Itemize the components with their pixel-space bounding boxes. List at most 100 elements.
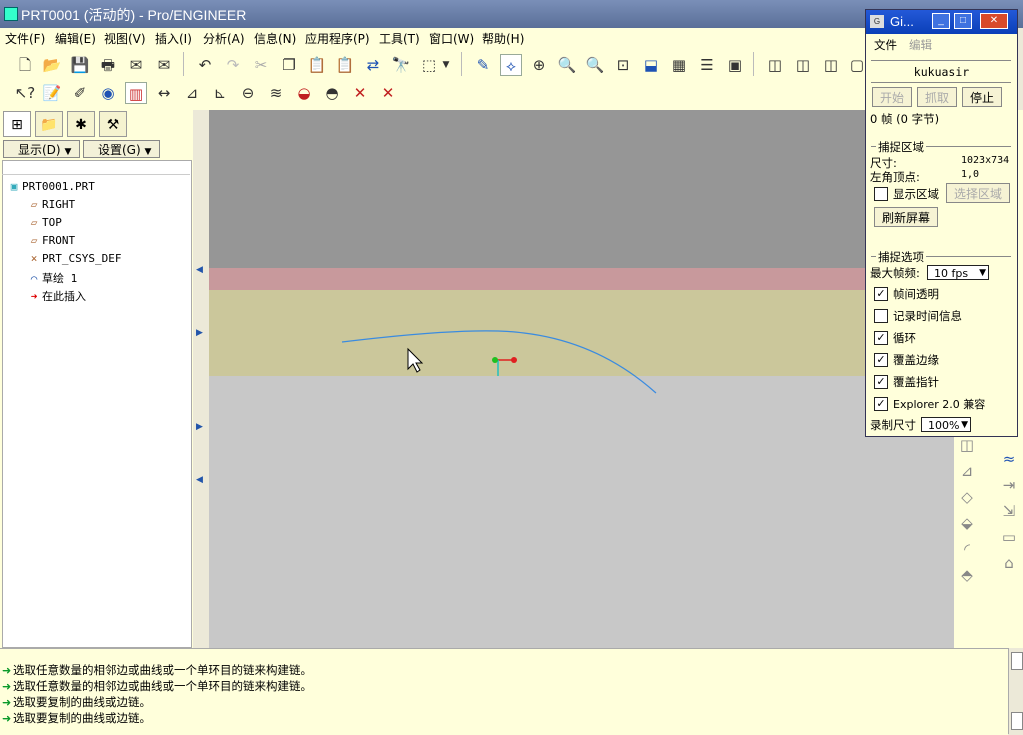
capture-title-bar[interactable]: G Gi... _ □ ✕	[866, 10, 1017, 34]
draft-analysis-icon[interactable]: ◒	[293, 82, 315, 104]
round-icon[interactable]: ◜	[956, 538, 978, 560]
capture-menu-edit[interactable]: 编辑	[909, 37, 932, 53]
menu-insert[interactable]: 插入(I)	[155, 30, 192, 47]
menu-view[interactable]: 视图(V)	[104, 30, 146, 47]
shell-icon[interactable]: ◇	[956, 486, 978, 508]
opt-loop-checkbox[interactable]: ✓	[874, 331, 888, 345]
rib-icon[interactable]: ⬙	[956, 512, 978, 534]
settings-button[interactable]: 设置(G) ▼	[83, 140, 160, 158]
open-folder-icon[interactable]: 📂	[41, 54, 63, 76]
reorient-icon[interactable]: ⬓	[640, 54, 662, 76]
spin-center-icon[interactable]: ⊕	[528, 54, 550, 76]
measure-area-icon[interactable]: ⊿	[181, 82, 203, 104]
datum-plane-icon[interactable]: ▭	[998, 526, 1020, 548]
copy-icon[interactable]: ❐	[278, 54, 300, 76]
maximize-button[interactable]: □	[954, 13, 972, 29]
draft-icon[interactable]: ⊿	[956, 460, 978, 482]
email-link-icon[interactable]: ✉	[153, 54, 175, 76]
redo-icon[interactable]: ↷	[222, 54, 244, 76]
tab-connections[interactable]: ⚒	[99, 111, 127, 137]
new-file-icon[interactable]: 🗋	[14, 54, 36, 76]
opt-transparent-checkbox[interactable]: ✓	[874, 287, 888, 301]
measure-angle-icon[interactable]: ⊾	[209, 82, 231, 104]
max-fps-select[interactable]: 10 fps ▼	[927, 265, 989, 280]
tree-item-front[interactable]: ▱ FRONT	[26, 234, 75, 247]
chamfer-icon[interactable]: ⬘	[956, 564, 978, 586]
paste-icon[interactable]: 📋	[306, 54, 328, 76]
model-info-icon[interactable]: 📝	[41, 82, 63, 104]
sketch-tool-icon[interactable]: ✎	[472, 54, 494, 76]
appearance-icon[interactable]: ◉	[97, 82, 119, 104]
zoom-out-icon[interactable]: 🔍	[584, 54, 606, 76]
minimize-button[interactable]: _	[932, 13, 950, 29]
refit-icon[interactable]: ⊡	[612, 54, 634, 76]
chevron-down-icon[interactable]: ▼	[440, 54, 452, 76]
tab-model-tree[interactable]: ⊞	[3, 111, 31, 137]
datum-axis-icon[interactable]: ⇲	[998, 500, 1020, 522]
paste-special-icon[interactable]: 📋	[334, 54, 356, 76]
tree-item-sketch[interactable]: ⌒ 草绘 1	[26, 270, 78, 286]
print-icon[interactable]: 🖶	[97, 54, 119, 76]
shade-analysis-icon[interactable]: ◓	[321, 82, 343, 104]
delete-all-analysis-icon[interactable]: ✕	[377, 82, 399, 104]
regenerate-icon[interactable]: ⇄	[362, 54, 384, 76]
close-button[interactable]: ✕	[980, 13, 1008, 29]
whats-this-icon[interactable]: ↖?	[14, 82, 36, 104]
scrollbar-thumb[interactable]	[1011, 712, 1023, 730]
menu-help[interactable]: 帮助(H)	[482, 30, 524, 47]
menu-applications[interactable]: 应用程序(P)	[305, 30, 370, 47]
view-manager-icon[interactable]: ▣	[724, 54, 746, 76]
record-size-select[interactable]: 100% ▼	[921, 417, 971, 432]
save-icon[interactable]: 💾	[69, 54, 91, 76]
panel-splitter[interactable]: ◀ ▶ ▶ ◀	[193, 110, 209, 648]
datum-icon[interactable]: ◫	[956, 434, 978, 456]
graphics-viewport[interactable]	[209, 110, 954, 648]
delete-analysis-icon[interactable]: ✕	[349, 82, 371, 104]
expand-arrow-icon[interactable]: ▶	[196, 422, 203, 432]
hidden-line-icon[interactable]: ◫	[792, 54, 814, 76]
no-hidden-icon[interactable]: ◫	[820, 54, 842, 76]
show-button[interactable]: 显示(D) ▼	[3, 140, 80, 158]
start-button[interactable]: 开始	[872, 87, 912, 107]
tree-item-part[interactable]: ▣ PRT0001.PRT	[6, 180, 95, 193]
menu-tools[interactable]: 工具(T)	[379, 30, 420, 47]
message-scrollbar[interactable]	[1008, 648, 1023, 734]
tree-item-insert-here[interactable]: ➜ 在此插入	[26, 288, 86, 304]
capture-menu-file[interactable]: 文件	[874, 37, 897, 53]
undo-icon[interactable]: ↶	[194, 54, 216, 76]
menu-window[interactable]: 窗口(W)	[429, 30, 474, 47]
saved-views-icon[interactable]: ▦	[668, 54, 690, 76]
stop-button[interactable]: 停止	[962, 87, 1002, 107]
scrollbar-thumb[interactable]	[1011, 652, 1023, 670]
zoom-in-icon[interactable]: 🔍	[556, 54, 578, 76]
collapse-arrow-icon[interactable]: ◀	[196, 475, 203, 485]
opt-edges-checkbox[interactable]: ✓	[874, 353, 888, 367]
measure-distance-icon[interactable]: ↔	[153, 82, 175, 104]
color-editor-icon[interactable]: ▥	[125, 82, 147, 104]
select-region-button[interactable]: 选择区域	[946, 183, 1010, 203]
menu-file[interactable]: 文件(F)	[5, 30, 45, 47]
curve-tool-icon[interactable]: ⟡	[500, 54, 522, 76]
notes-icon[interactable]: ✐	[69, 82, 91, 104]
layers-icon[interactable]: ☰	[696, 54, 718, 76]
datum-point-icon[interactable]: ⇥	[998, 474, 1020, 496]
expand-arrow-icon[interactable]: ▶	[196, 328, 203, 338]
opt-explorer-checkbox[interactable]: ✓	[874, 397, 888, 411]
curvature-icon[interactable]: ≋	[265, 82, 287, 104]
menu-edit[interactable]: 编辑(E)	[55, 30, 96, 47]
show-region-checkbox[interactable]	[874, 187, 888, 201]
opt-pointer-checkbox[interactable]: ✓	[874, 375, 888, 389]
measure-diameter-icon[interactable]: ⊖	[237, 82, 259, 104]
datum-curve-icon[interactable]: ≈	[998, 448, 1020, 470]
tree-item-right[interactable]: ▱ RIGHT	[26, 198, 75, 211]
sketched-curve[interactable]	[341, 330, 657, 394]
refresh-screen-button[interactable]: 刷新屏幕	[874, 207, 938, 227]
grab-button[interactable]: 抓取	[917, 87, 957, 107]
tab-favorites[interactable]: ✱	[67, 111, 95, 137]
wireframe-icon[interactable]: ◫	[764, 54, 786, 76]
email-icon[interactable]: ✉	[125, 54, 147, 76]
csys-tool-icon[interactable]: ⌂	[998, 552, 1020, 574]
tree-item-top[interactable]: ▱ TOP	[26, 216, 62, 229]
collapse-arrow-icon[interactable]: ◀	[196, 265, 203, 275]
selection-box-icon[interactable]: ⬚	[418, 54, 440, 76]
